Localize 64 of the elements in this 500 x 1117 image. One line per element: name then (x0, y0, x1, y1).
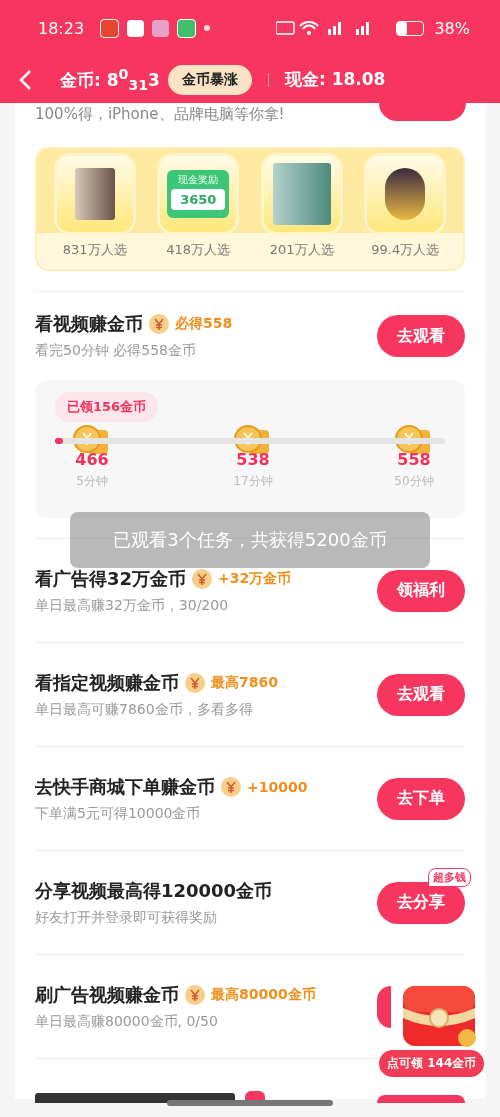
task-title: 看视频赚金币 (35, 312, 143, 336)
task-button[interactable]: 领福利 (377, 569, 465, 612)
task-title: 看指定视频赚金币 (35, 670, 179, 695)
task-button[interactable]: 去下单 (377, 777, 465, 820)
task-subtitle: 单日最高赚80000金币, 0/50 (35, 1012, 219, 1031)
milestone-time: 5分钟 (76, 473, 108, 490)
task-title: 看广告得32万金币 (35, 566, 187, 591)
earnings-toast: 已观看3个任务，共获得5200金币 (70, 512, 430, 568)
coins-photo-placeholder (385, 168, 426, 220)
task-subtitle: 单日最高可赚7860金币，多看多得 (35, 700, 254, 719)
milestone-coins: 466 (75, 450, 109, 469)
back-icon[interactable] (18, 68, 32, 91)
prize-tile[interactable] (260, 153, 343, 235)
task-subtitle: 看完50分钟 必得558金币 (35, 342, 197, 360)
coin-icon (149, 314, 169, 334)
prize-count: 99.4万人选 (371, 241, 440, 259)
task-title: 去快手商城下单赚金币 (35, 774, 215, 799)
phone-photo-placeholder (74, 168, 115, 220)
milestone-time: 17分钟 (233, 473, 273, 490)
task-title: 刷广告视频赚金币 (35, 982, 179, 1007)
app-notification-icon (100, 18, 120, 38)
phone-photo-placeholder (272, 163, 331, 225)
milestone-time: 50分钟 (394, 473, 434, 490)
prize-count: 831万人选 (62, 241, 127, 259)
status-time: 18:23 (38, 18, 85, 38)
coin-icon (185, 984, 205, 1005)
chest-reward-label[interactable]: 点可领 144金币 (379, 1050, 485, 1077)
task-subtitle: 单日最高赚32万金币，30/200 (35, 596, 230, 615)
cash-reward-card: 现金奖励 3650 (167, 170, 230, 218)
watch-button[interactable]: 去观看 (377, 315, 465, 357)
app-notification-icon (127, 19, 145, 37)
task-button-edge[interactable] (377, 985, 391, 1028)
intro-text: 100%得，iPhone、品牌电脑等你拿! (35, 105, 285, 125)
coin-balance: 金币: 8$^{0}$$_{31}$3 (60, 65, 160, 93)
claimed-bubble: 已领156金币 (55, 392, 159, 422)
prize-tile[interactable] (53, 153, 136, 235)
app-notification-icon (177, 18, 197, 38)
coin-icon (221, 776, 241, 797)
milestone-coins: 538 (236, 450, 270, 469)
prize-tile[interactable] (364, 153, 447, 235)
task-title: 分享视频最高得120000金币 (35, 878, 273, 903)
prize-tile[interactable]: 现金奖励 3650 (157, 153, 240, 235)
app-notification-icon (152, 19, 170, 37)
coin-surge-badge[interactable]: 金币暴涨 (167, 64, 252, 95)
task-reward: +10000 (247, 778, 308, 795)
task-reward: 最高7860 (211, 673, 278, 692)
more-dot-icon (204, 25, 211, 31)
prize-count: 418万人选 (166, 241, 231, 259)
cash-balance: 现金: 18.08 (284, 68, 386, 91)
claim-button[interactable] (379, 103, 466, 121)
battery-percent: 38% (434, 18, 470, 38)
battery-icon (396, 20, 425, 36)
coin-icon (192, 568, 213, 589)
bonus-tag: 超多钱 (428, 867, 471, 887)
task-reward: 必得558 (175, 315, 233, 333)
task-subtitle: 下单满5元可得10000金币 (35, 804, 202, 823)
task-reward: +32万金币 (218, 569, 292, 588)
task-button[interactable]: 去观看 (377, 673, 465, 716)
task-reward: 最高80000金币 (211, 985, 316, 1004)
task-subtitle: 好友打开并登录即可获得奖励 (35, 908, 218, 927)
cut-off-task-button[interactable] (377, 1095, 465, 1103)
prize-count: 201万人选 (269, 241, 334, 259)
coin-icon (185, 672, 205, 693)
milestone-coins: 558 (397, 450, 431, 469)
